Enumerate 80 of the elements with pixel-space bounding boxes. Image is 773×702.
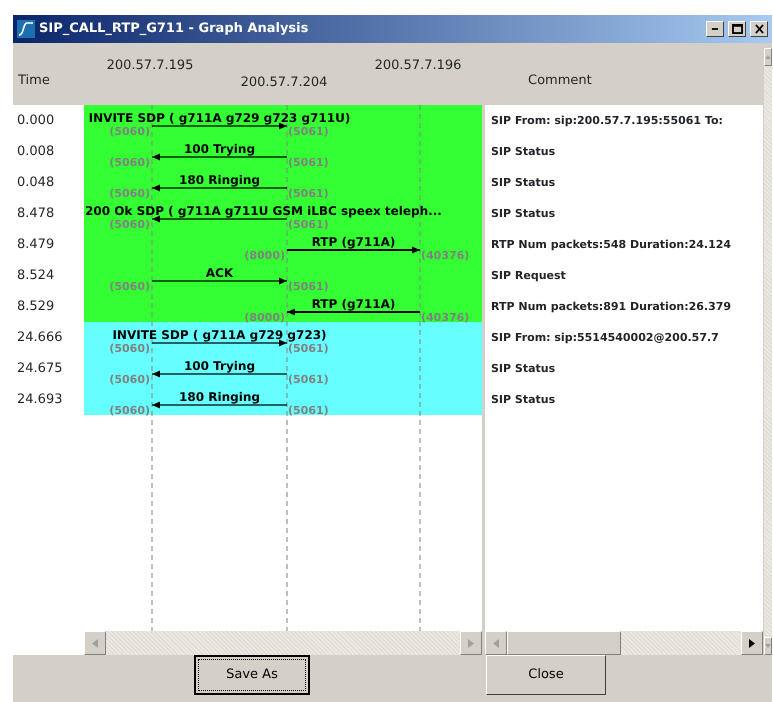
port-label: (5060)	[109, 280, 150, 293]
comment-cell-text: SIP From: sip:5514540002@200.57.7	[490, 330, 720, 346]
close-icon	[754, 24, 764, 34]
comment-cell-text: RTP Num packets:548 Duration:24.124	[490, 237, 732, 253]
comment-cell-text: SIP Status	[490, 392, 556, 408]
horizontal-scrollbar[interactable]	[84, 631, 482, 655]
up-arrow-icon	[765, 55, 771, 59]
scroll-up-button[interactable]	[764, 48, 772, 66]
port-label: (8000)	[244, 249, 285, 262]
scroll-left-button[interactable]	[485, 631, 507, 655]
time-cell-text: 24.666	[16, 329, 64, 347]
minimize-icon	[711, 28, 719, 30]
time-cell-text: 8.479	[16, 236, 56, 254]
port-label: (5061)	[288, 404, 329, 417]
host-address: 200.57.7.196	[374, 57, 462, 74]
comment-cell-text: SIP Status	[490, 144, 556, 160]
horizontal-scrollbar[interactable]	[485, 631, 763, 655]
comment-cell-text: SIP Status	[490, 175, 556, 191]
comment-cell-text: SIP From: sip:200.57.7.195:55061 To:	[490, 113, 724, 129]
scrollbar-thumb[interactable]	[507, 631, 621, 655]
port-label: (5060)	[109, 125, 150, 138]
scroll-down-button[interactable]	[764, 637, 772, 655]
comment-cell-text: SIP Request	[490, 268, 567, 284]
message-label: INVITE SDP ( g711A g729 g723)	[112, 328, 327, 342]
port-label: (5061)	[288, 187, 329, 200]
vertical-scrollbar[interactable]	[764, 48, 772, 655]
column-header: Comment	[528, 72, 592, 90]
message-label: 180 Ringing	[179, 390, 260, 404]
close-button[interactable]: Close	[486, 655, 606, 695]
port-label: (5060)	[109, 373, 150, 386]
message-label: 200 Ok SDP ( g711A g711U GSM iLBC speex teleph...	[85, 204, 442, 218]
message-label: 100 Trying	[184, 359, 256, 373]
port-label: (5060)	[109, 218, 150, 231]
port-label: (40376)	[421, 249, 470, 262]
graph-icon	[17, 20, 35, 38]
message-label: RTP (g711A)	[312, 297, 396, 311]
port-label: (5061)	[288, 218, 329, 231]
right-arrow-icon	[749, 638, 755, 648]
time-cell-text: 8.478	[16, 205, 56, 223]
message-label: 100 Trying	[184, 142, 256, 156]
port-label: (5061)	[288, 342, 329, 355]
port-label: (5061)	[288, 156, 329, 169]
port-label: (5060)	[109, 156, 150, 169]
time-cell-text: 0.048	[16, 174, 56, 192]
message-label: ACK	[206, 266, 234, 280]
time-cell-text: 8.524	[16, 267, 56, 285]
message-label: 180 Ringing	[179, 173, 260, 187]
window-title: SIP_CALL_RTP_G711 - Graph Analysis	[39, 20, 310, 38]
port-label: (5060)	[109, 342, 150, 355]
save-as-button[interactable]: Save As	[194, 655, 310, 695]
comment-cell-text: SIP Status	[490, 361, 556, 377]
time-cell-text: 0.008	[16, 143, 56, 161]
port-label: (5060)	[109, 404, 150, 417]
down-arrow-icon	[765, 644, 771, 648]
right-arrow-icon	[468, 638, 474, 648]
port-label: (5061)	[288, 125, 329, 138]
port-label: (5061)	[288, 373, 329, 386]
left-arrow-icon	[493, 638, 499, 648]
close-button[interactable]	[750, 21, 768, 37]
message-label: INVITE SDP ( g711A g729 g723 g711U)	[88, 111, 350, 125]
scroll-left-button[interactable]	[84, 631, 106, 655]
comment-cell-text: SIP Status	[490, 206, 556, 222]
port-label: (40376)	[421, 311, 470, 324]
maximize-icon	[732, 24, 742, 34]
host-address: 200.57.7.204	[240, 74, 328, 91]
minimize-button[interactable]	[706, 21, 724, 37]
scroll-right-button[interactable]	[741, 631, 763, 655]
time-cell-text: 24.693	[16, 391, 64, 409]
host-address: 200.57.7.195	[106, 57, 194, 74]
left-arrow-icon	[92, 638, 98, 648]
message-label: RTP (g711A)	[312, 235, 396, 249]
maximize-button[interactable]	[728, 21, 746, 37]
time-cell-text: 24.675	[16, 360, 64, 378]
port-label: (5060)	[109, 187, 150, 200]
column-header: Time	[17, 72, 51, 90]
time-cell-text: 0.000	[16, 112, 56, 130]
port-label: (5061)	[288, 280, 329, 293]
comment-cell-text: RTP Num packets:891 Duration:26.379	[490, 299, 732, 315]
time-cell-text: 8.529	[16, 298, 56, 316]
port-label: (8000)	[244, 311, 285, 324]
